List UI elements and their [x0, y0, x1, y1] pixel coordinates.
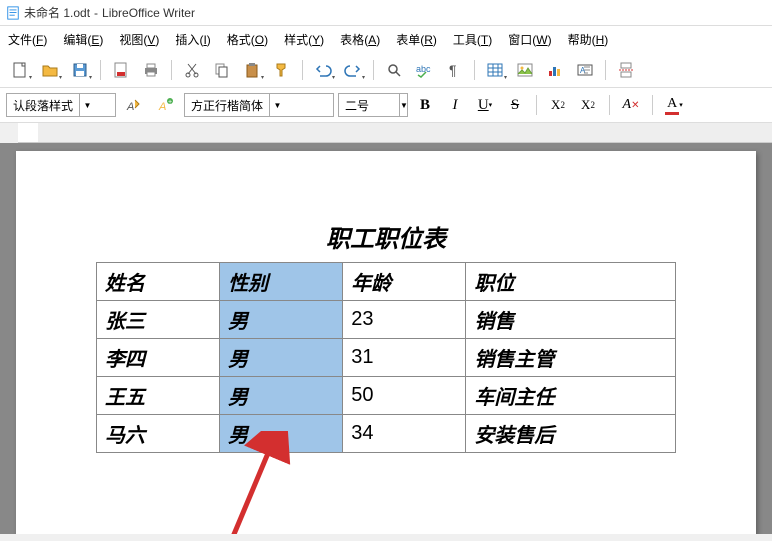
new-button[interactable]: ▾	[6, 57, 34, 83]
table-row: 马六 男 34 安装售后	[97, 415, 676, 453]
cut-button[interactable]	[178, 57, 206, 83]
menu-edit[interactable]: 编辑(E)	[55, 28, 111, 51]
paragraph-style-value: 认段落样式	[7, 97, 79, 114]
underline-button[interactable]: U▾	[472, 93, 498, 117]
subscript-button[interactable]: X2	[575, 93, 601, 117]
insert-chart-button[interactable]	[541, 57, 569, 83]
menu-tools[interactable]: 工具(T)	[445, 28, 500, 51]
bold-button[interactable]: B	[412, 93, 438, 117]
update-style-button[interactable]: A	[120, 92, 148, 118]
menu-window[interactable]: 窗口(W)	[500, 28, 559, 51]
menu-format[interactable]: 格式(O)	[219, 28, 276, 51]
cell-gender[interactable]: 男	[220, 377, 343, 415]
document-title[interactable]: 职工职位表	[96, 211, 676, 262]
menu-styles[interactable]: 样式(Y)	[276, 28, 332, 51]
menu-view[interactable]: 视图(V)	[111, 28, 167, 51]
paragraph-style-combo[interactable]: 认段落样式 ▼	[6, 93, 116, 117]
new-style-button[interactable]: A+	[152, 92, 180, 118]
menubar: 文件(F) 编辑(E) 视图(V) 插入(I) 格式(O) 样式(Y) 表格(A…	[0, 26, 772, 53]
font-name-combo[interactable]: 方正行楷简体 ▼	[184, 93, 334, 117]
menu-insert[interactable]: 插入(I)	[167, 28, 218, 51]
titlebar: 未命名 1.odt - LibreOffice Writer	[0, 0, 772, 26]
cell-name[interactable]: 李四	[97, 339, 220, 377]
table-header-row: 姓名 性别 年龄 职位	[97, 263, 676, 301]
cell-position[interactable]: 车间主任	[466, 377, 676, 415]
svg-text:¶: ¶	[449, 62, 457, 78]
undo-button[interactable]: ▾	[309, 57, 337, 83]
cell-age[interactable]: 23	[343, 301, 466, 339]
save-button[interactable]: ▾	[66, 57, 94, 83]
chevron-down-icon[interactable]: ▼	[269, 94, 285, 116]
cell-position[interactable]: 销售	[466, 301, 676, 339]
cell-age[interactable]: 50	[343, 377, 466, 415]
table-row: 张三 男 23 销售	[97, 301, 676, 339]
main-toolbar: ▾ ▾ ▾ ▾ ▾ ▾ abc ¶ ▾ A	[0, 53, 772, 88]
svg-text:A: A	[158, 101, 166, 113]
menu-help[interactable]: 帮助(H)	[560, 28, 617, 51]
table-row: 李四 男 31 销售主管	[97, 339, 676, 377]
page[interactable]: 职工职位表 姓名 性别 年龄 职位 张三 男 23 销售 李四 男 31 销售主…	[16, 151, 756, 534]
spellcheck-button[interactable]: abc	[410, 57, 438, 83]
header-gender[interactable]: 性别	[220, 263, 343, 301]
cell-name[interactable]: 张三	[97, 301, 220, 339]
cell-gender[interactable]: 男	[220, 339, 343, 377]
redo-button[interactable]: ▾	[339, 57, 367, 83]
cell-age[interactable]: 31	[343, 339, 466, 377]
clear-formatting-button[interactable]: A✕	[618, 93, 644, 117]
table-row: 王五 男 50 车间主任	[97, 377, 676, 415]
cell-name[interactable]: 王五	[97, 377, 220, 415]
menu-table[interactable]: 表格(A)	[332, 28, 388, 51]
menu-form[interactable]: 表单(R)	[388, 28, 445, 51]
window-title-appname: LibreOffice Writer	[102, 6, 195, 20]
copy-button[interactable]	[208, 57, 236, 83]
insert-textbox-button[interactable]: A	[571, 57, 599, 83]
strikethrough-button[interactable]: S	[502, 93, 528, 117]
superscript-button[interactable]: X2	[545, 93, 571, 117]
cell-age[interactable]: 34	[343, 415, 466, 453]
cell-name[interactable]: 马六	[97, 415, 220, 453]
app-icon	[6, 6, 20, 20]
format-toolbar: 认段落样式 ▼ A A+ 方正行楷简体 ▼ 二号 ▼ B I U▾ S X2 X…	[0, 88, 772, 123]
svg-text:A: A	[126, 101, 134, 113]
find-button[interactable]	[380, 57, 408, 83]
export-pdf-button[interactable]	[107, 57, 135, 83]
employee-table[interactable]: 姓名 性别 年龄 职位 张三 男 23 销售 李四 男 31 销售主管 王五 男…	[96, 262, 676, 453]
horizontal-ruler[interactable]	[18, 123, 772, 143]
header-age[interactable]: 年龄	[343, 263, 466, 301]
insert-table-button[interactable]: ▾	[481, 57, 509, 83]
insert-image-button[interactable]	[511, 57, 539, 83]
nonprinting-button[interactable]: ¶	[440, 57, 468, 83]
chevron-down-icon[interactable]: ▼	[79, 94, 95, 116]
cell-position[interactable]: 安装售后	[466, 415, 676, 453]
menu-file[interactable]: 文件(F)	[0, 28, 55, 51]
open-button[interactable]: ▾	[36, 57, 64, 83]
header-position[interactable]: 职位	[466, 263, 676, 301]
font-color-button[interactable]: A▾	[661, 93, 687, 117]
page-break-button[interactable]	[612, 57, 640, 83]
print-button[interactable]	[137, 57, 165, 83]
cell-position[interactable]: 销售主管	[466, 339, 676, 377]
cell-gender[interactable]: 男	[220, 415, 343, 453]
font-name-value: 方正行楷简体	[185, 97, 269, 114]
header-name[interactable]: 姓名	[97, 263, 220, 301]
paste-button[interactable]: ▾	[238, 57, 266, 83]
italic-button[interactable]: I	[442, 93, 468, 117]
font-size-combo[interactable]: 二号 ▼	[338, 93, 408, 117]
chevron-down-icon[interactable]: ▼	[399, 94, 408, 116]
font-size-value: 二号	[339, 97, 399, 114]
window-title-filename: 未命名 1.odt	[24, 4, 90, 21]
svg-text:abc: abc	[416, 64, 431, 74]
cell-gender[interactable]: 男	[220, 301, 343, 339]
clone-formatting-button[interactable]	[268, 57, 296, 83]
svg-text:+: +	[168, 99, 172, 106]
document-area[interactable]: 职工职位表 姓名 性别 年龄 职位 张三 男 23 销售 李四 男 31 销售主…	[0, 143, 772, 534]
